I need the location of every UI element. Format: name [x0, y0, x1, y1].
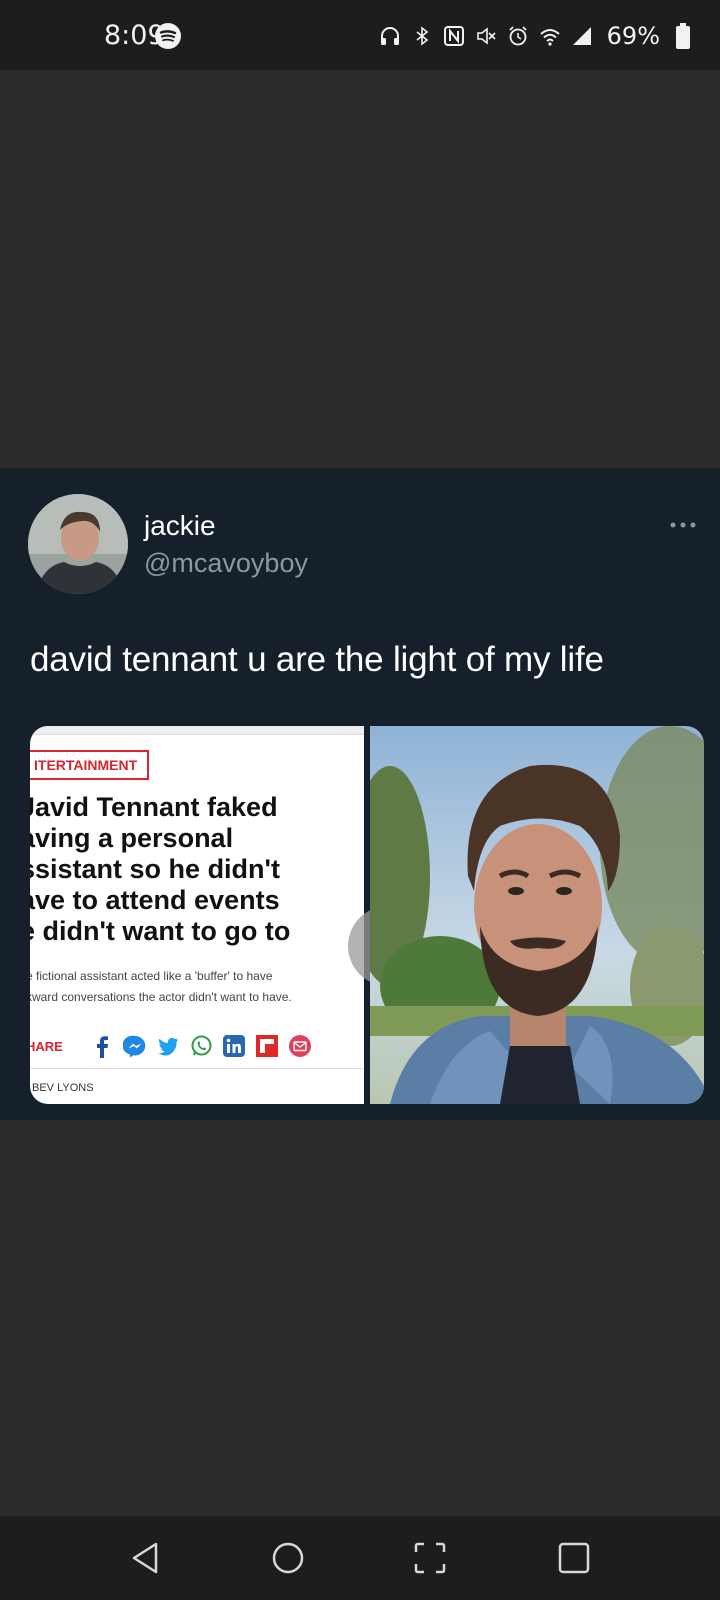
article-top-bar [30, 726, 364, 735]
tweet-media[interactable]: ITERTAINMENT Javid Tennant faked aving a… [30, 726, 704, 1104]
wifi-icon [539, 29, 560, 46]
system-navigation-bar [0, 1516, 720, 1600]
article-category-tag: ITERTAINMENT [30, 750, 150, 780]
tweet-text: david tennant u are the light of my life [30, 640, 604, 679]
article-summary: e fictional assistant acted like a 'buff… [30, 969, 292, 1004]
spotify-icon [155, 23, 181, 49]
article-divider [30, 1068, 364, 1069]
battery-icon [676, 23, 690, 49]
recents-icon[interactable] [554, 1538, 594, 1578]
linkedin-icon [222, 1035, 245, 1057]
headphones-icon [380, 27, 399, 45]
user-display-name[interactable]: jackie [144, 510, 216, 542]
flipboard-icon [255, 1035, 278, 1057]
signal-icon [572, 27, 591, 45]
user-handle[interactable]: @mcavoyboy [144, 548, 308, 579]
messenger-icon [122, 1035, 146, 1058]
battery-percent: 69% [606, 22, 660, 50]
mute-icon [476, 27, 496, 45]
whatsapp-icon [191, 1035, 212, 1056]
bluetooth-icon [416, 26, 428, 46]
nfc-icon [443, 26, 464, 46]
share-label: HARE [30, 1038, 63, 1054]
back-icon[interactable] [126, 1538, 166, 1578]
facebook-icon [96, 1036, 108, 1058]
status-bar: 8:09 69% [0, 0, 720, 70]
article-screenshot[interactable]: ITERTAINMENT Javid Tennant faked aving a… [30, 726, 364, 1104]
home-icon[interactable] [268, 1538, 308, 1578]
alarm-icon [509, 26, 527, 46]
status-icons: 69% [379, 20, 690, 52]
screenshot-icon[interactable] [410, 1538, 450, 1578]
twitter-icon [158, 1037, 178, 1056]
tweet-card[interactable]: jackie @mcavoyboy david tennant u are th… [0, 468, 720, 1120]
article-share-row: HARE [30, 1028, 364, 1064]
portrait-photo[interactable] [370, 726, 704, 1104]
article-author: BEV LYONS [32, 1082, 94, 1094]
more-horizontal-icon[interactable] [668, 520, 698, 530]
email-icon [288, 1035, 311, 1057]
avatar[interactable] [28, 494, 128, 594]
article-headline: Javid Tennant faked aving a personal ssi… [30, 792, 291, 946]
